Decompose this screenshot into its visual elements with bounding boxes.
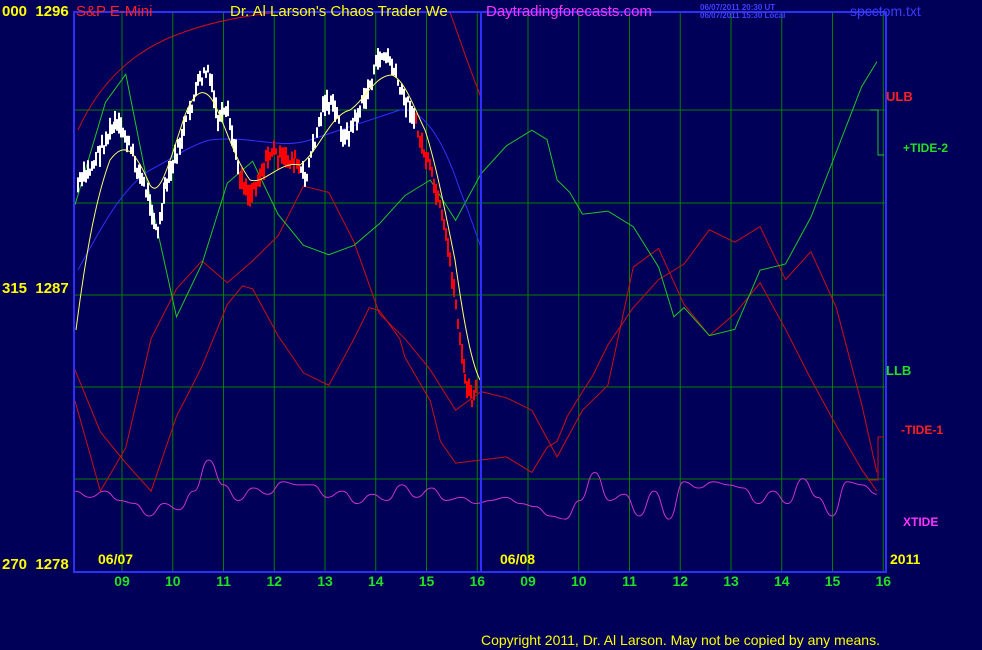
tide2-label: +TIDE-2 [903, 141, 949, 155]
xtide-series [74, 459, 877, 520]
timestamp-local: 06/07/2011 15:30 Local [700, 11, 786, 20]
ulb-label: ULB [886, 89, 913, 104]
yellow-average [75, 74, 481, 381]
x-tick-label: 14 [774, 573, 790, 589]
llb-label: LLB [886, 363, 912, 378]
x-tick-label: 10 [571, 573, 587, 589]
tide2-tail [870, 109, 884, 156]
x-tick-label: 16 [875, 573, 891, 589]
series-line [74, 225, 878, 493]
year-label: 2011 [890, 551, 921, 567]
copyright-notice: Copyright 2011, Dr. Al Larson. May not b… [481, 632, 880, 648]
ulb-series [74, 225, 878, 493]
x-tick-labels: 09 10 11 12 13 14 15 16 09 10 11 12 13 14 15 16 [114, 573, 891, 589]
x-tick-label: 14 [368, 573, 384, 589]
x-tick-label: 11 [216, 573, 231, 589]
x-tick-label: 16 [469, 573, 485, 589]
chart-title: Dr. Al Larson's Chaos Trader We [230, 3, 448, 20]
x-tick-label: 12 [266, 573, 282, 589]
tide1-label: -TIDE-1 [901, 423, 943, 437]
price-label-top: 000 1296 [2, 3, 69, 20]
chart-canvas: 09 10 11 12 13 14 15 16 09 10 11 12 13 14 15 16 [73, 11, 891, 589]
moving-average-line [75, 74, 481, 381]
website-link[interactable]: Daytradingforecasts.com [486, 4, 652, 19]
x-tick-label: 13 [317, 573, 333, 589]
x-tick-label: 15 [825, 573, 841, 589]
x-tick-label: 11 [622, 573, 637, 589]
date-label-2: 06/08 [500, 551, 536, 567]
x-tick-label: 09 [114, 573, 130, 589]
upper-band-left [77, 11, 281, 131]
x-tick-label: 13 [723, 573, 739, 589]
file-name: spcctom.txt [850, 3, 921, 19]
price-label-bottom: 270 1278 [2, 556, 69, 573]
date-label-1: 06/07 [98, 551, 134, 567]
series-line [74, 459, 877, 520]
x-tick-label: 15 [419, 573, 435, 589]
x-tick-label: 10 [165, 573, 181, 589]
xtide-label: XTIDE [903, 515, 939, 529]
symbol-label: S&P E-Mini [76, 3, 153, 20]
price-label-mid: 315 1287 [2, 280, 69, 297]
x-tick-label: 09 [520, 573, 536, 589]
x-tick-label: 12 [672, 573, 688, 589]
